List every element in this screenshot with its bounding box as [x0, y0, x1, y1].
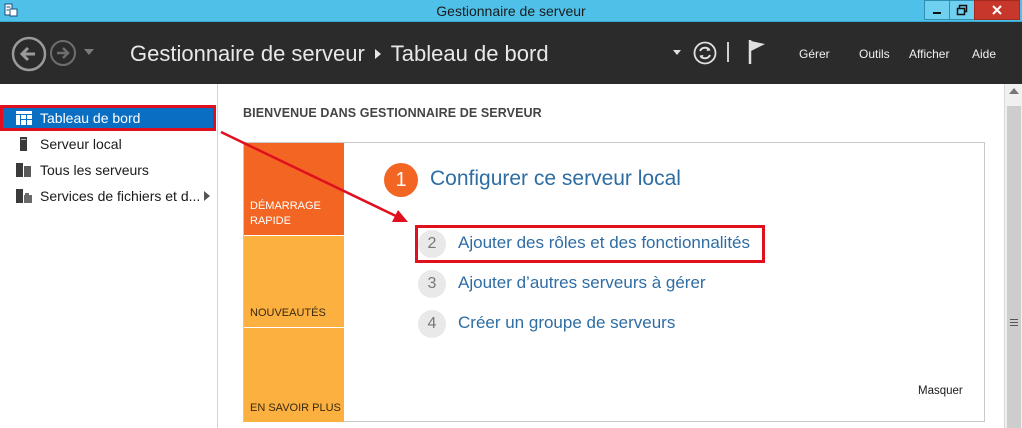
breadcrumb-current: Tableau de bord: [390, 41, 549, 66]
window-title: Gestionnaire de serveur: [436, 3, 586, 19]
step-link[interactable]: Configurer ce serveur local: [430, 167, 681, 191]
step-add-servers[interactable]: 3 Ajouter d’autres serveurs à gérer: [418, 270, 818, 298]
breadcrumb: Gestionnaire de serveur Tableau de bord: [130, 41, 549, 67]
header-bar: Gestionnaire de serveur Tableau de bord G…: [0, 22, 1022, 84]
forward-arrow-icon[interactable]: [49, 39, 77, 67]
file-services-icon: [16, 189, 32, 203]
sidebar-item-label: Services de fichiers et d...: [40, 188, 201, 204]
server-icon: [20, 137, 27, 151]
step-link[interactable]: Ajouter des rôles et des fonctionnalités: [458, 233, 750, 253]
sidebar: Tableau de bord Serveur local Tous les s…: [0, 84, 218, 428]
menu-tools[interactable]: Outils: [859, 47, 890, 61]
sidebar-item-label: Tableau de bord: [40, 110, 141, 126]
sidebar-item-all-servers[interactable]: Tous les serveurs: [0, 157, 216, 183]
tile-label: NOUVEAUTÉS: [250, 307, 326, 319]
title-bar: Gestionnaire de serveur: [0, 0, 1022, 22]
header-divider: [727, 42, 729, 62]
vertical-scrollbar[interactable]: [1004, 84, 1022, 428]
step-number: 1: [384, 163, 418, 197]
step-link[interactable]: Créer un groupe de serveurs: [458, 313, 675, 333]
minimize-icon: [933, 12, 941, 14]
refresh-icon[interactable]: [693, 41, 717, 65]
scroll-thumb[interactable]: [1007, 106, 1021, 428]
sidebar-item-local-server[interactable]: Serveur local: [0, 131, 216, 157]
grip-icon: [1010, 319, 1018, 320]
welcome-panel: DÉMARRAGE RAPIDE NOUVEAUTÉS EN SAVOIR PLU…: [243, 142, 985, 422]
sidebar-item-dashboard[interactable]: Tableau de bord: [0, 105, 216, 131]
tile-whats-new[interactable]: NOUVEAUTÉS: [244, 236, 344, 327]
server-manager-window: Gestionnaire de serveur Gestionnaire de …: [0, 0, 1022, 428]
step-link[interactable]: Ajouter d’autres serveurs à gérer: [458, 273, 706, 293]
flag-icon[interactable]: [747, 39, 767, 65]
breadcrumb-root[interactable]: Gestionnaire de serveur: [130, 41, 365, 66]
back-arrow-icon[interactable]: [11, 36, 47, 72]
welcome-heading: BIENVENUE DANS GESTIONNAIRE DE SERVEUR: [243, 106, 542, 120]
close-button[interactable]: [974, 0, 1020, 20]
chevron-down-icon[interactable]: [673, 50, 681, 55]
step-create-server-group[interactable]: 4 Créer un groupe de serveurs: [418, 310, 818, 338]
menu-help[interactable]: Aide: [972, 47, 996, 61]
minimize-button[interactable]: [924, 0, 950, 20]
dashboard-content: BIENVENUE DANS GESTIONNAIRE DE SERVEUR D…: [219, 84, 1004, 428]
scroll-up-icon[interactable]: [1009, 88, 1019, 94]
expand-arrow-icon[interactable]: [204, 191, 210, 201]
restore-icon: [956, 4, 968, 16]
step-number: 3: [418, 270, 446, 298]
tile-label: EN SAVOIR PLUS: [250, 402, 341, 414]
dashboard-icon: [16, 111, 32, 125]
tile-label: DÉMARRAGE RAPIDE: [250, 200, 321, 227]
sidebar-item-file-services[interactable]: Services de fichiers et d...: [0, 183, 216, 209]
hide-link[interactable]: Masquer: [918, 385, 963, 397]
sidebar-item-label: Tous les serveurs: [40, 162, 149, 178]
step-number: 4: [418, 310, 446, 338]
chevron-down-icon[interactable]: [84, 49, 94, 55]
menu-view[interactable]: Afficher: [909, 47, 949, 61]
restore-button[interactable]: [949, 0, 975, 20]
step-add-roles[interactable]: 2 Ajouter des rôles et des fonctionnalit…: [418, 230, 818, 258]
tile-quick-start[interactable]: DÉMARRAGE RAPIDE: [244, 143, 344, 235]
sidebar-item-label: Serveur local: [40, 136, 122, 152]
step-number: 2: [418, 230, 446, 258]
close-icon: [992, 5, 1002, 15]
tile-learn-more[interactable]: EN SAVOIR PLUS: [244, 328, 344, 422]
breadcrumb-separator-icon: [374, 48, 381, 59]
menu-manage[interactable]: Gérer: [799, 47, 830, 61]
servers-icon: [16, 163, 31, 177]
